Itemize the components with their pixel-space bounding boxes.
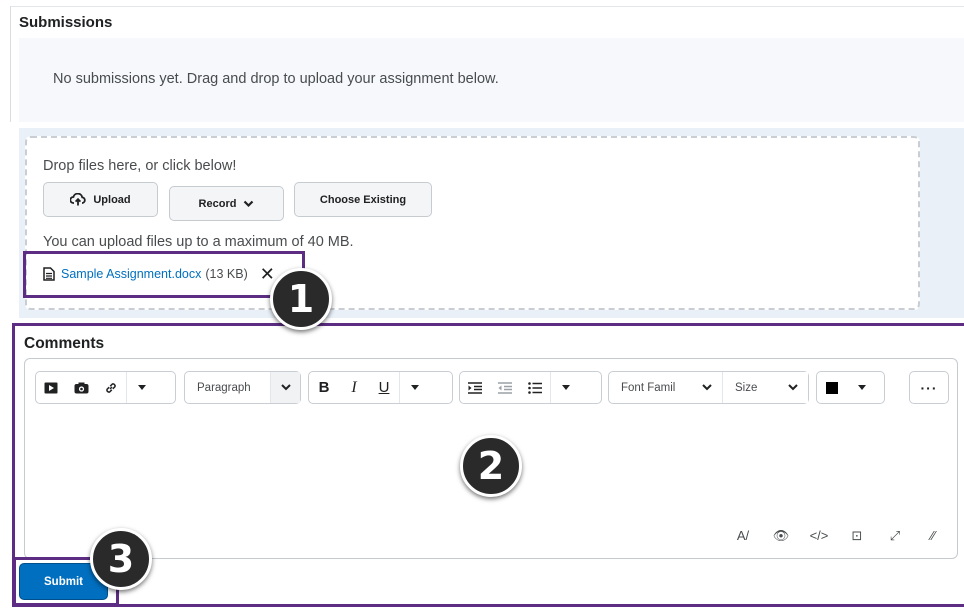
no-submissions-panel: No submissions yet. Drag and drop to upl…	[19, 38, 964, 122]
record-button[interactable]: Record	[169, 186, 284, 221]
upload-button[interactable]: Upload	[43, 182, 158, 217]
callout-badge-2: 2	[460, 435, 522, 497]
upload-size-note: You can upload files up to a maximum of …	[43, 234, 354, 250]
record-label: Record	[198, 197, 237, 210]
top-divider	[10, 6, 964, 7]
upload-label: Upload	[93, 193, 131, 206]
callout-badge-1: 1	[270, 268, 332, 330]
cloud-upload-icon	[70, 193, 87, 206]
choose-existing-label: Choose Existing	[319, 193, 407, 206]
no-submissions-message: No submissions yet. Drag and drop to upl…	[53, 71, 499, 87]
choose-existing-button[interactable]: Choose Existing	[294, 182, 432, 217]
submissions-title: Submissions	[19, 14, 113, 31]
drop-hint: Drop files here, or click below!	[43, 158, 237, 174]
callout-box-1	[23, 251, 305, 298]
left-divider	[10, 6, 11, 122]
chevron-down-icon	[244, 200, 254, 207]
callout-badge-3: 3	[90, 528, 152, 590]
